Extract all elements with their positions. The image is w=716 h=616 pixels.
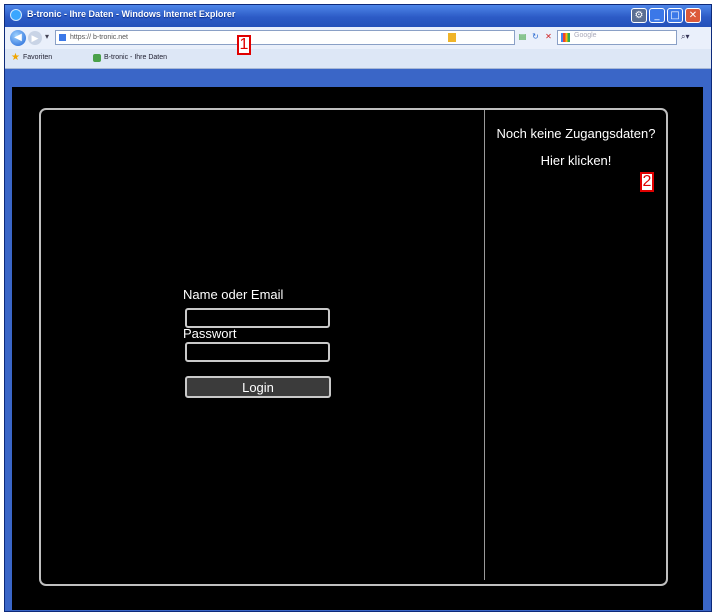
forward-icon[interactable]: ▶	[28, 31, 42, 45]
title-bar: B-tronic - Ihre Daten - Windows Internet…	[5, 5, 711, 27]
address-input[interactable]: https:// b-tronic.net	[55, 30, 515, 45]
password-field[interactable]	[185, 342, 330, 362]
stop-icon[interactable]: ✕	[544, 32, 553, 41]
window-title: B-tronic - Ihre Daten - Windows Internet…	[27, 9, 236, 19]
login-button[interactable]: Login	[185, 376, 331, 398]
search-input[interactable]: Google	[557, 30, 677, 45]
close-button[interactable]: ✕	[685, 8, 701, 23]
lock-icon[interactable]	[448, 33, 456, 42]
google-icon	[561, 33, 570, 42]
back-icon[interactable]: ◀	[10, 30, 26, 46]
browser-window: B-tronic - Ihre Daten - Windows Internet…	[4, 4, 712, 612]
register-link[interactable]: Hier klicken!	[486, 153, 666, 168]
minimize-button[interactable]: _	[649, 8, 665, 23]
annotation-marker-1: 1	[237, 35, 251, 55]
address-toolbar: ◀ ▶ ▾ https:// b-tronic.net ▤ ↻ ✕ Google…	[5, 27, 711, 49]
favorites-star-icon[interactable]: ★	[11, 53, 20, 63]
main-panel: Noch keine Zugangsdaten? Hier klicken! N…	[39, 108, 668, 586]
search-placeholder: Google	[574, 32, 597, 39]
ie-logo-icon	[10, 9, 22, 21]
url-text: https:// b-tronic.net	[70, 34, 128, 41]
favorites-button[interactable]: Favoriten	[23, 54, 52, 61]
annotation-marker-2: 2	[640, 172, 654, 192]
name-label: Name oder Email	[183, 287, 284, 302]
panel-divider	[484, 110, 485, 580]
chevron-down-icon[interactable]: ▾	[45, 32, 49, 41]
password-label: Passwort	[183, 326, 237, 341]
compatibility-icon[interactable]: ▤	[518, 32, 527, 41]
page-icon	[59, 34, 66, 41]
settings-icon[interactable]: ⚙	[631, 8, 647, 23]
tab-btronic[interactable]: B-tronic - Ihre Daten	[104, 54, 167, 61]
maximize-button[interactable]: □	[667, 8, 683, 23]
search-icon[interactable]: ⌕▾	[681, 32, 690, 42]
no-credentials-text: Noch keine Zugangsdaten?	[496, 126, 656, 141]
refresh-icon[interactable]: ↻	[531, 32, 540, 41]
page-content: Noch keine Zugangsdaten? Hier klicken! N…	[12, 87, 703, 610]
tab-icon	[93, 54, 101, 62]
name-email-field[interactable]	[185, 308, 330, 328]
favorites-bar: ★ Favoriten B-tronic - Ihre Daten	[5, 49, 711, 69]
